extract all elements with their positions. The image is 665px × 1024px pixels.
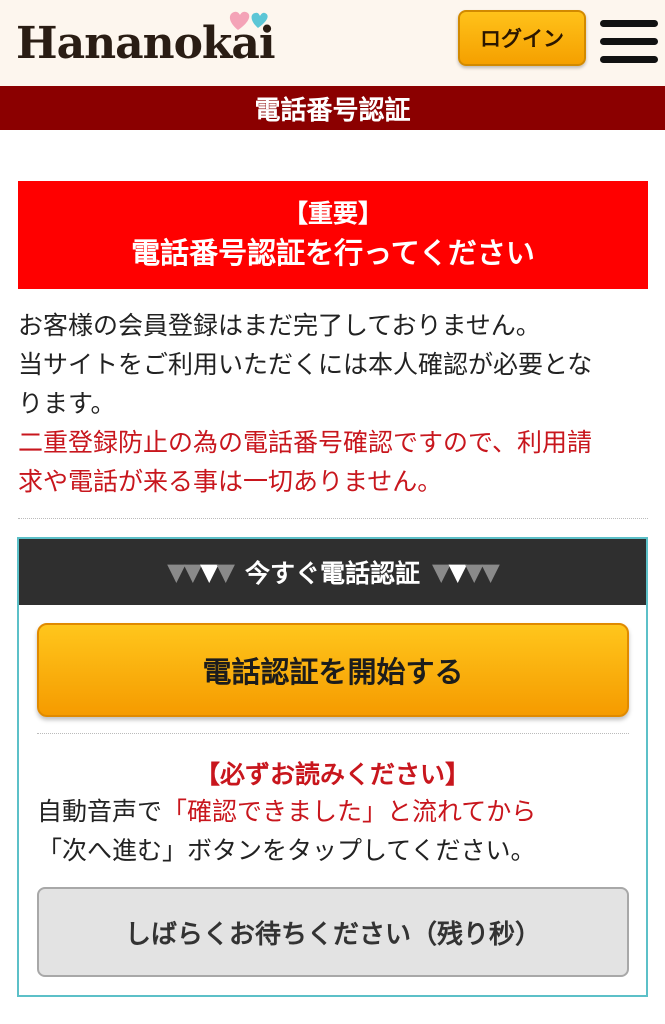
- verify-box-heading: ▼▼▼▼ 今すぐ電話認証 ▼▼▼▼: [19, 539, 646, 605]
- start-phone-verify-button[interactable]: 電話認証を開始する: [37, 623, 629, 717]
- wait-button[interactable]: しばらくお待ちください（残り秒）: [37, 887, 629, 977]
- divider: [18, 518, 648, 519]
- instr-highlight: 「確認できました」と流れてから: [162, 797, 537, 826]
- notice-label: 【重要】: [282, 199, 383, 228]
- login-button[interactable]: ログイン: [458, 10, 586, 66]
- instr-prefix: 自動音声で: [37, 797, 163, 826]
- info-text-line: 当サイトをご利用いただくには本人確認が必要とな: [18, 350, 593, 379]
- info-warning-line: 求や電話が来る事は一切ありません。: [18, 467, 443, 496]
- triangle-down-icon: ▼▼▼▼: [432, 558, 500, 586]
- triangle-down-icon: ▼▼▼▼: [167, 558, 235, 586]
- instr-line: 「次へ進む」ボタンをタップしてください。: [37, 836, 536, 865]
- phone-verify-box: ▼▼▼▼ 今すぐ電話認証 ▼▼▼▼ 電話認証を開始する 【必ずお読みください】 …: [17, 537, 648, 997]
- info-warning-line: 二重登録防止の為の電話番号確認ですので、利用請: [18, 428, 593, 457]
- site-header: Hananokai ログイン: [0, 0, 665, 86]
- verify-heading-text: 今すぐ電話認証: [244, 559, 420, 588]
- page-title-text: 電話番号認証: [254, 95, 411, 126]
- important-notice: 【重要】 電話番号認証を行ってください: [18, 181, 648, 289]
- registration-info: お客様の会員登録はまだ完了しておりません。 当サイトをご利用いただくには本人確認…: [18, 306, 648, 501]
- info-text-line: ります。: [18, 389, 116, 418]
- heart-icon: [229, 11, 268, 31]
- page-title: 電話番号認証: [0, 86, 665, 130]
- notice-message: 電話番号認証を行ってください: [131, 236, 535, 270]
- verify-instructions: 自動音声で「確認できました」と流れてから 「次へ進む」ボタンをタップしてください…: [37, 792, 632, 870]
- menu-icon[interactable]: [600, 20, 658, 64]
- divider: [37, 733, 629, 734]
- must-read-heading: 【必ずお読みください】: [194, 760, 470, 789]
- info-text-line: お客様の会員登録はまだ完了しておりません。: [18, 311, 541, 340]
